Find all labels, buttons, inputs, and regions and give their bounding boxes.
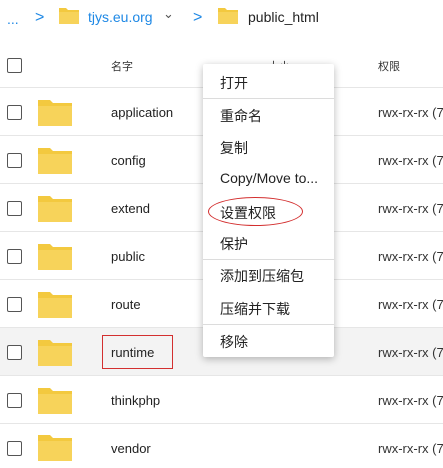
row-checkbox[interactable] <box>7 441 22 456</box>
file-permissions: rwx-rx-rx (7 <box>378 393 443 408</box>
menu-item-rename[interactable]: 重命名 <box>220 106 262 126</box>
file-permissions: rwx-rx-rx (7 <box>378 201 443 216</box>
folder-icon <box>38 292 72 318</box>
chevron-right-icon: > <box>193 9 203 26</box>
row-checkbox[interactable] <box>7 345 22 360</box>
chevron-down-icon[interactable]: ⌄ <box>163 7 174 21</box>
file-name[interactable]: route <box>111 297 141 312</box>
folder-icon <box>218 8 238 24</box>
file-permissions: rwx-rx-rx (7 <box>378 297 443 312</box>
folder-icon <box>38 340 72 366</box>
breadcrumb: ... > tjys.eu.org ⌄ > public_html <box>0 0 443 36</box>
folder-icon <box>38 435 72 461</box>
folder-icon <box>38 196 72 222</box>
chevron-right-icon: > <box>35 9 45 26</box>
menu-item-compress-download[interactable]: 压缩并下载 <box>220 299 290 319</box>
annotation-ellipse <box>208 197 303 226</box>
file-name[interactable]: config <box>111 153 146 168</box>
menu-item-remove[interactable]: 移除 <box>220 332 248 352</box>
row-checkbox[interactable] <box>7 297 22 312</box>
folder-icon <box>38 244 72 270</box>
file-name[interactable]: extend <box>111 201 150 216</box>
menu-item-copy-move[interactable]: Copy/Move to... <box>220 170 318 186</box>
file-permissions: rwx-rx-rx (7 <box>378 441 443 456</box>
folder-icon <box>59 8 79 24</box>
file-permissions: rwx-rx-rx (7 <box>378 345 443 360</box>
file-name[interactable]: vendor <box>111 441 151 456</box>
row-checkbox[interactable] <box>7 201 22 216</box>
file-permissions: rwx-rx-rx (7 <box>378 105 443 120</box>
breadcrumb-item-current: public_html <box>248 9 319 25</box>
file-permissions: rwx-rx-rx (7 <box>378 153 443 168</box>
column-header-permissions[interactable]: 权限 <box>378 58 400 74</box>
menu-item-copy[interactable]: 复制 <box>220 138 248 158</box>
menu-divider <box>203 98 334 99</box>
row-checkbox[interactable] <box>7 393 22 408</box>
table-row[interactable]: vendor rwx-rx-rx (7 <box>0 424 443 468</box>
annotation-highlight-box <box>102 335 173 369</box>
column-header-name[interactable]: 名字 <box>111 58 133 74</box>
menu-divider <box>203 259 334 260</box>
folder-icon <box>38 148 72 174</box>
select-all-checkbox[interactable] <box>7 58 22 73</box>
row-checkbox[interactable] <box>7 153 22 168</box>
file-name[interactable]: application <box>111 105 173 120</box>
menu-item-open[interactable]: 打开 <box>220 73 248 93</box>
file-name[interactable]: thinkphp <box>111 393 160 408</box>
folder-icon <box>38 100 72 126</box>
menu-divider <box>203 324 334 325</box>
file-permissions: rwx-rx-rx (7 <box>378 249 443 264</box>
breadcrumb-ellipsis[interactable]: ... <box>7 12 19 26</box>
table-row[interactable]: thinkphp rwx-rx-rx (7 <box>0 376 443 424</box>
row-checkbox[interactable] <box>7 249 22 264</box>
folder-icon <box>38 388 72 414</box>
row-checkbox[interactable] <box>7 105 22 120</box>
file-name[interactable]: public <box>111 249 145 264</box>
breadcrumb-item-parent[interactable]: tjys.eu.org <box>88 10 153 24</box>
menu-item-protect[interactable]: 保护 <box>220 234 248 254</box>
menu-item-add-to-archive[interactable]: 添加到压缩包 <box>220 266 304 286</box>
